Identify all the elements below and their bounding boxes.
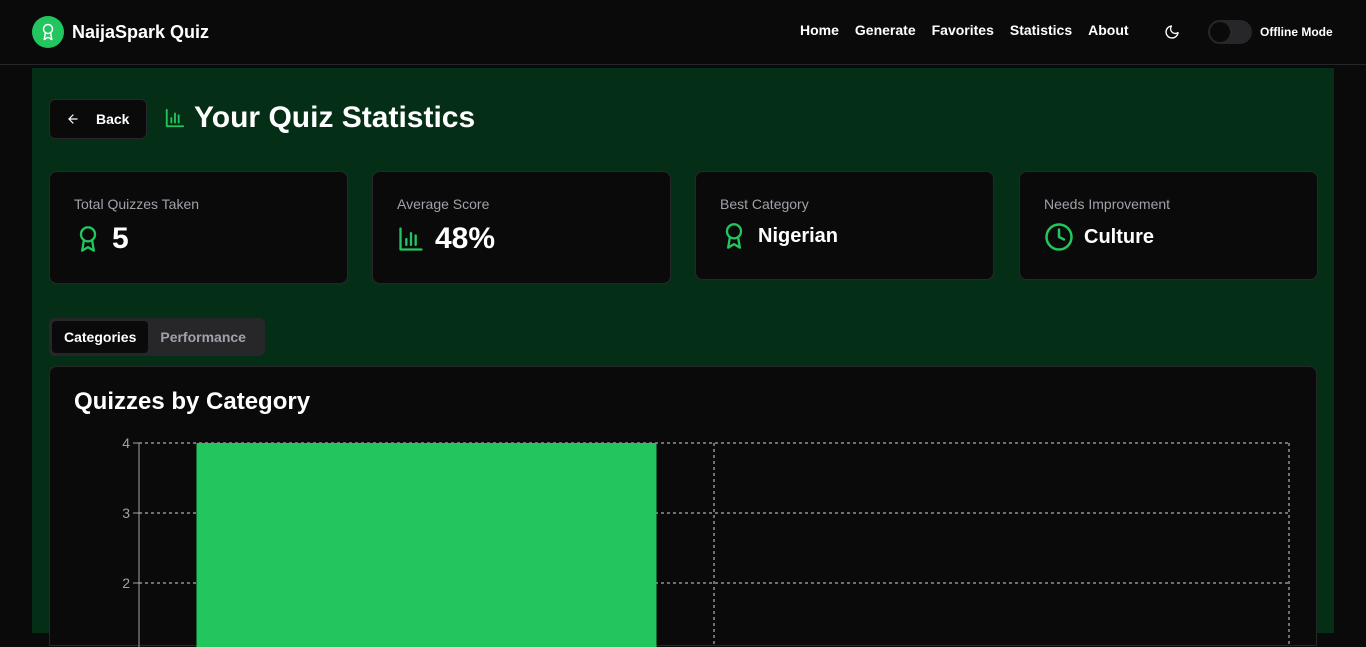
stat-card-average-score: Average Score 48% [372, 171, 671, 284]
clock-icon [1045, 223, 1073, 251]
page-title: Your Quiz Statistics [194, 101, 476, 134]
offline-mode-toggle[interactable] [1208, 20, 1252, 44]
stat-label: Best Category [720, 196, 809, 212]
nav-generate[interactable]: Generate [855, 22, 916, 38]
award-icon [79, 226, 97, 252]
nav-home[interactable]: Home [800, 22, 839, 38]
brand[interactable]: NaijaSpark Quiz [32, 16, 209, 48]
moon-icon[interactable] [1164, 24, 1180, 40]
award-icon [725, 223, 743, 249]
toggle-knob [1210, 22, 1230, 42]
stats-tabs: Categories Performance [49, 318, 265, 356]
bar-chart-icon [165, 108, 185, 128]
bar [196, 443, 657, 647]
main-content: Back Your Quiz Statistics Total Quizzes … [32, 68, 1334, 647]
nav-about[interactable]: About [1088, 22, 1128, 38]
stat-label: Needs Improvement [1044, 196, 1171, 212]
stat-value: Nigerian [758, 224, 839, 247]
stat-label: Total Quizzes Taken [74, 196, 200, 212]
stat-label: Average Score [397, 196, 490, 212]
tab-performance[interactable]: Performance [148, 321, 258, 353]
stat-value: 5 [112, 222, 129, 255]
stat-value: 48% [435, 222, 496, 255]
nav-favorites[interactable]: Favorites [932, 22, 994, 38]
arrow-left-icon [68, 114, 78, 124]
stat-value: Culture [1084, 225, 1154, 248]
back-button[interactable]: Back [49, 99, 147, 139]
stat-card-needs-improvement: Needs Improvement Culture [1019, 171, 1318, 280]
nav-statistics[interactable]: Statistics [1010, 22, 1072, 38]
category-bar-chart: 2 3 4 [122, 435, 1290, 647]
stat-card-total-quizzes: Total Quizzes Taken 5 [49, 171, 348, 284]
bar-chart-icon [399, 227, 423, 251]
y-tick-label: 4 [122, 435, 130, 451]
app-name: NaijaSpark Quiz [72, 21, 210, 42]
stat-card-best-category: Best Category Nigerian [695, 171, 994, 280]
y-tick-label: 3 [122, 505, 130, 521]
back-label: Back [96, 111, 130, 127]
tab-categories[interactable]: Categories [52, 321, 149, 353]
category-chart-card: Quizzes by Category 234 [49, 366, 1317, 647]
y-tick-label: 2 [122, 575, 130, 591]
top-navbar: NaijaSpark Quiz Home Generate Favorites … [0, 0, 1366, 65]
main-nav: Home Generate Favorites Statistics About [800, 22, 1129, 38]
award-icon [32, 16, 64, 48]
offline-mode-label: Offline Mode [1260, 25, 1333, 39]
page-header: Your Quiz Statistics [164, 101, 475, 135]
